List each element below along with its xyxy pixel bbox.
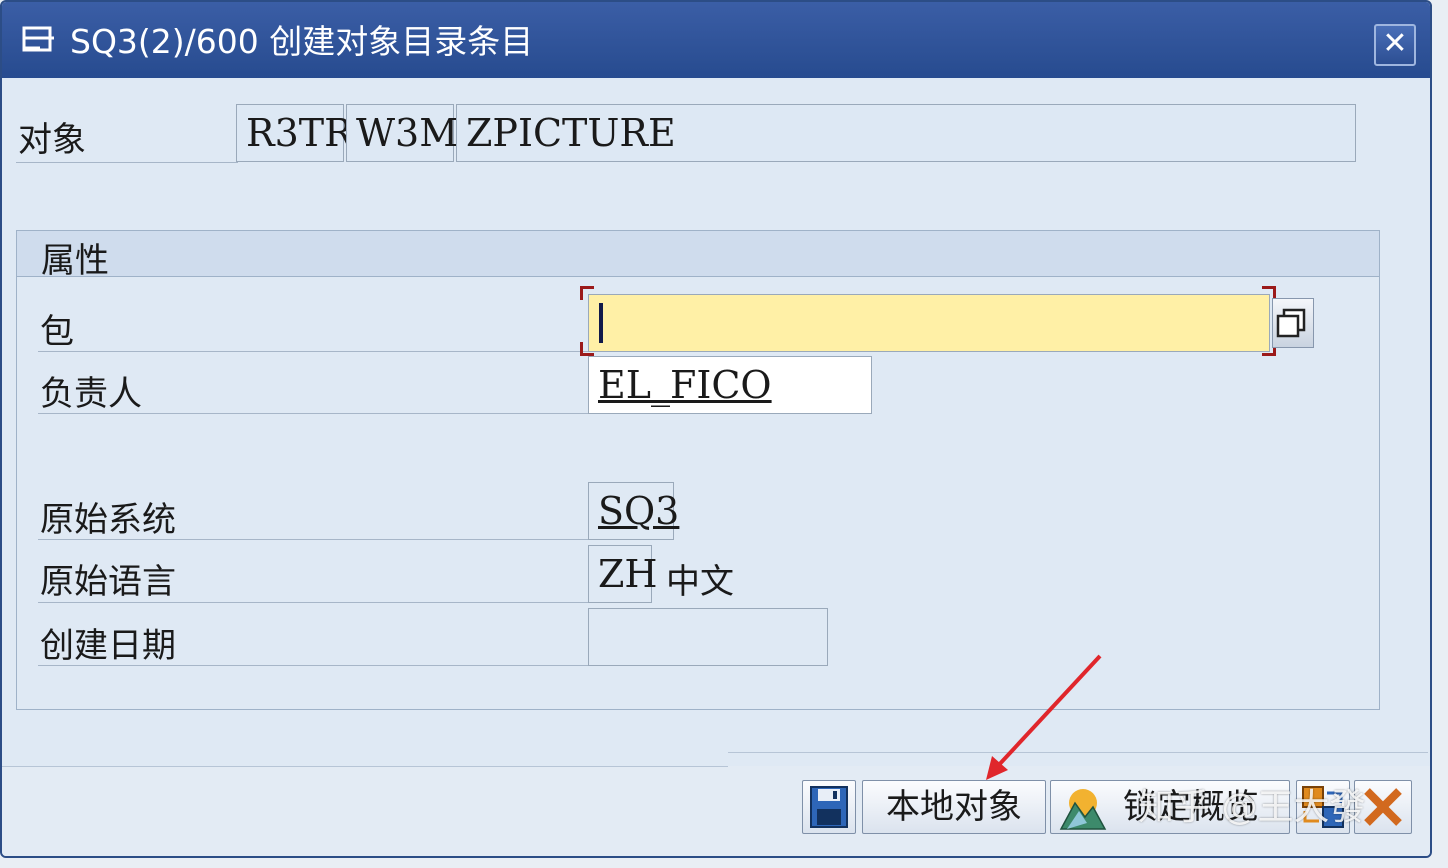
created-date-row-line: [38, 665, 590, 666]
object-label-underline: [16, 162, 238, 163]
create-object-directory-dialog: SQ3(2)/600 创建对象目录条目 ✕ 对象 R3TR W3MI ZPICT…: [0, 0, 1432, 858]
object-type-field: W3MI: [346, 104, 473, 162]
local-object-label: 本地对象: [886, 787, 1022, 827]
orig-language-text: 中文: [666, 562, 734, 602]
orig-language-row-line: [38, 602, 590, 603]
close-button[interactable]: ✕: [1374, 24, 1416, 66]
footer-separator: [2, 766, 728, 767]
package-row-line: [38, 351, 590, 352]
focus-corner-bl: [580, 342, 594, 356]
object-name-field: ZPICTURE: [456, 104, 1356, 162]
orig-language-code-field: ZH: [588, 545, 658, 603]
owner-label: 负责人: [40, 374, 142, 414]
owner-input[interactable]: EL_FICO: [588, 356, 872, 414]
local-object-button[interactable]: 本地对象: [862, 780, 1046, 834]
orig-language-label: 原始语言: [40, 562, 176, 602]
owner-row-line: [38, 413, 590, 414]
footer-separator-right: [728, 752, 1428, 753]
object-label: 对象: [18, 120, 86, 160]
text-caret: [599, 303, 603, 343]
window-menu-icon[interactable]: [20, 22, 60, 62]
package-label: 包: [40, 312, 74, 352]
save-icon: [810, 786, 848, 828]
package-input[interactable]: [588, 294, 1270, 352]
lock-overview-icon: [1059, 789, 1107, 830]
created-date-label: 创建日期: [40, 626, 176, 666]
attributes-header: 属性: [41, 241, 109, 281]
close-icon: ✕: [1382, 26, 1408, 61]
object-pgmid-field: R3TR: [236, 104, 353, 162]
value-help-button[interactable]: [1272, 298, 1314, 348]
orig-system-label: 原始系统: [40, 500, 176, 540]
focus-corner-tl: [580, 286, 594, 300]
orig-system-field: SQ3: [588, 482, 679, 540]
attributes-group-header: 属性: [17, 231, 1379, 281]
orig-system-value: SQ3: [598, 489, 680, 533]
watermark: 知乎 @王大發: [1138, 787, 1366, 828]
value-help-icon: [1276, 308, 1306, 338]
window-title: SQ3(2)/600 创建对象目录条目: [70, 22, 534, 61]
orig-system-row-line: [38, 539, 590, 540]
owner-value: EL_FICO: [598, 363, 772, 407]
save-button[interactable]: [802, 780, 856, 834]
title-bar: SQ3(2)/600 创建对象目录条目 ✕: [2, 2, 1430, 78]
created-date-field: [588, 608, 828, 666]
